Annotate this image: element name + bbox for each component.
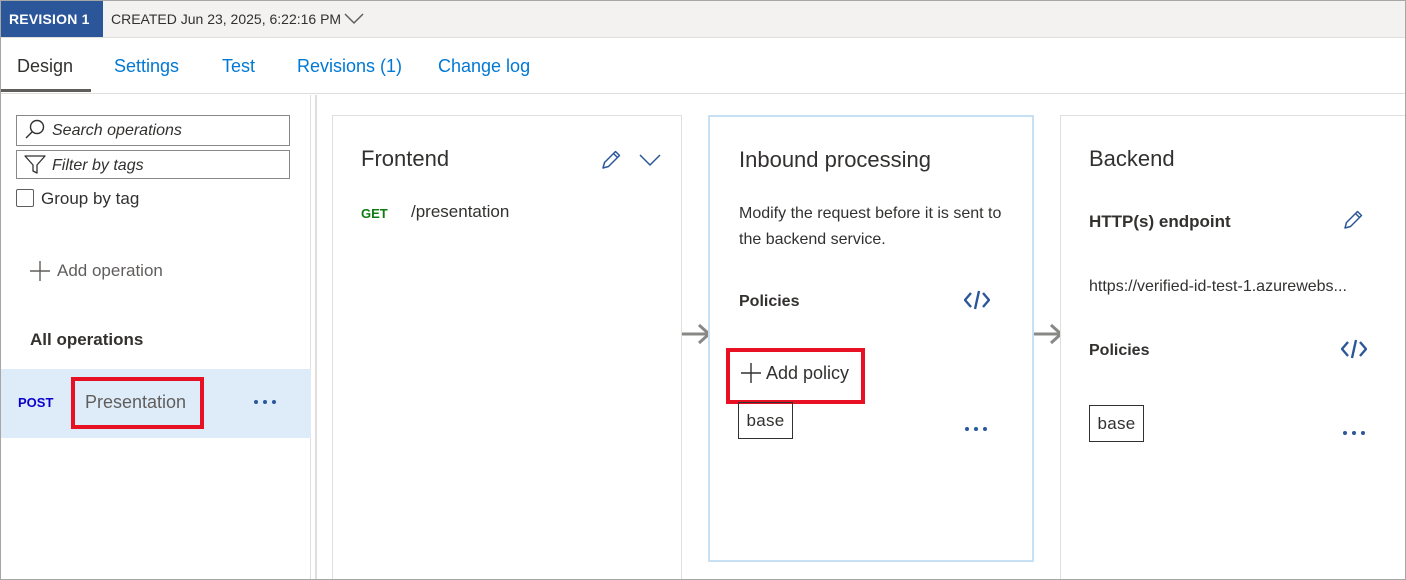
code-editor-icon[interactable] — [964, 289, 990, 311]
filter-icon — [24, 155, 46, 174]
inbound-description: Modify the request before it is sent to … — [739, 205, 1002, 248]
code-editor-icon[interactable] — [1341, 338, 1367, 360]
group-by-tag-checkbox[interactable] — [16, 189, 34, 207]
chevron-down-icon[interactable] — [638, 152, 662, 168]
frontend-title: Frontend — [361, 146, 450, 171]
frontend-card: Frontend GET /presentation — [332, 115, 682, 579]
inbound-title: Inbound processing — [739, 147, 932, 172]
group-by-tag-label: Group by tag — [41, 189, 140, 208]
more-options-icon[interactable] — [962, 418, 990, 440]
tab-change-log[interactable]: Change log — [438, 56, 530, 77]
base-policy-tag[interactable]: base — [738, 402, 793, 439]
more-options-icon[interactable] — [1340, 422, 1368, 444]
chevron-down-icon[interactable] — [343, 11, 365, 25]
tab-test[interactable]: Test — [222, 56, 255, 77]
backend-card: Backend HTTP(s) endpoint https://verifie… — [1060, 115, 1405, 579]
search-placeholder: Search operations — [52, 122, 182, 139]
operation-name: Presentation — [85, 392, 187, 412]
pencil-icon[interactable] — [1341, 208, 1365, 232]
revision-bar: REVISION 1 CREATED Jun 23, 2025, 6:22:16… — [1, 1, 1405, 38]
endpoint-url: https://verified-id-test-1.azurewebs... — [1089, 278, 1347, 295]
more-options-icon[interactable] — [251, 391, 279, 413]
active-tab-indicator — [1, 89, 91, 92]
tab-settings[interactable]: Settings — [114, 56, 179, 77]
filter-by-tags-input[interactable]: Filter by tags — [16, 150, 290, 179]
plus-icon — [30, 261, 50, 281]
inbound-processing-card: Inbound processing Modify the request be… — [708, 115, 1034, 562]
inbound-policies-label: Policies — [739, 293, 800, 310]
search-icon — [25, 119, 45, 139]
backend-title: Backend — [1089, 146, 1175, 171]
filter-placeholder: Filter by tags — [52, 157, 144, 174]
tab-design[interactable]: Design — [17, 56, 73, 77]
all-operations-heading[interactable]: All operations — [30, 330, 143, 350]
base-policy-tag[interactable]: base — [1089, 405, 1144, 442]
revision-badge: REVISION 1 — [1, 1, 103, 37]
add-policy-button[interactable]: Add policy — [726, 348, 865, 404]
frontend-path: /presentation — [411, 202, 510, 221]
add-policy-label: Add policy — [766, 363, 850, 383]
operations-sidebar: Search operations Filter by tags Group b… — [1, 95, 311, 579]
operation-row[interactable]: POST Presentation — [1, 369, 311, 438]
pencil-icon[interactable] — [599, 148, 623, 172]
panel-divider[interactable] — [315, 95, 317, 579]
revision-created-text: CREATED Jun 23, 2025, 6:22:16 PM — [111, 11, 342, 27]
operation-method: POST — [18, 395, 54, 410]
highlight-box: Presentation — [71, 377, 204, 429]
tab-bar: Design Settings Test Revisions (1) Chang… — [1, 38, 1405, 94]
method-badge-get: GET — [361, 206, 388, 221]
search-input[interactable]: Search operations — [16, 115, 290, 146]
endpoint-label: HTTP(s) endpoint — [1089, 212, 1231, 231]
add-operation-label: Add operation — [57, 261, 163, 280]
tab-revisions[interactable]: Revisions (1) — [297, 56, 402, 77]
api-design-window: REVISION 1 CREATED Jun 23, 2025, 6:22:16… — [0, 0, 1406, 580]
backend-policies-label: Policies — [1089, 342, 1150, 359]
plus-icon — [741, 363, 761, 383]
